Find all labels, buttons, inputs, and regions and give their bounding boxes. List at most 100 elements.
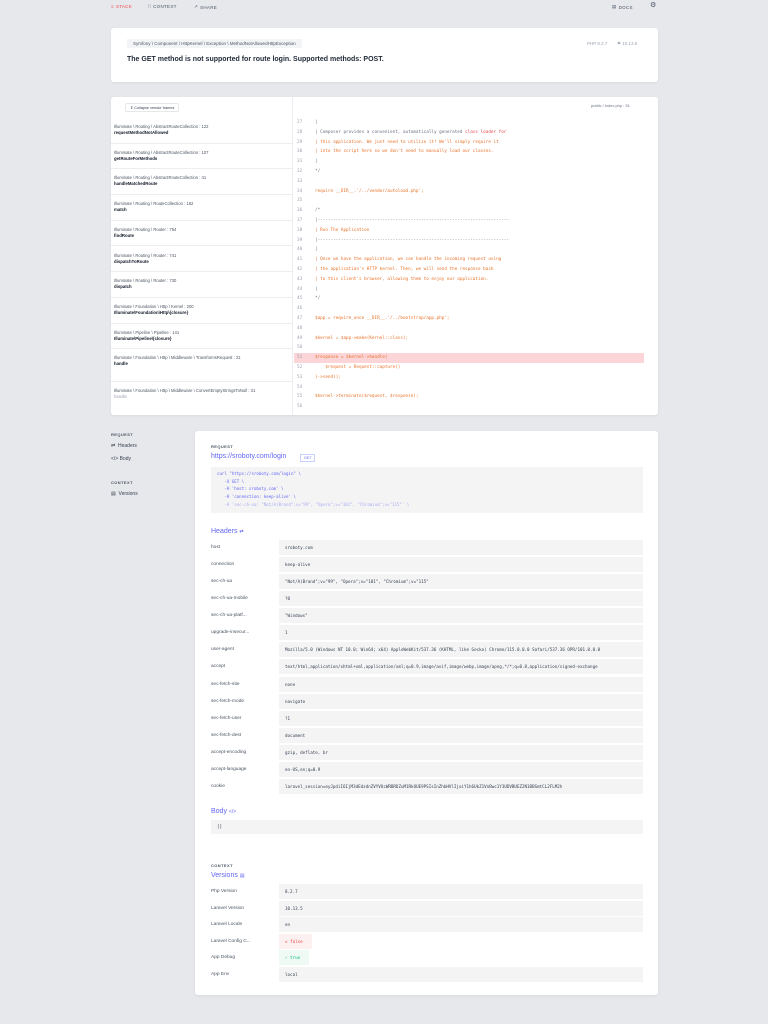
frame-function: handle <box>114 361 128 367</box>
stack-frame[interactable]: Illuminate \ Routing \ Router : 730 dispa… <box>111 272 293 298</box>
code-line: 46 <box>294 304 644 314</box>
context-icon: ⁞⁞ <box>148 4 152 9</box>
header-row: sec-fetch-site none <box>211 676 643 692</box>
code-line: 43 | to this client's browser, allowing t… <box>294 275 644 285</box>
tab-context[interactable]: ⁞⁞ CONTEXT <box>148 4 177 9</box>
stack-frame[interactable]: Illuminate \ Routing \ AbstractRouteColl… <box>111 169 293 196</box>
frame-function: findRoute <box>114 232 135 238</box>
header-value: "Not/A)Brand";v="99", "Opera";v="101", "… <box>279 574 643 590</box>
header-value: sroboty.com <box>279 540 643 555</box>
collapse-vendor-frames-button[interactable]: ⇕ Collapse vendor frames <box>125 103 180 112</box>
versions-heading: Versions ▤ <box>211 872 245 879</box>
curl-command: curl "https://sroboty.com/login" \ -X GE… <box>211 467 643 513</box>
header-row: host sroboty.com <box>211 540 643 555</box>
code-line: 33 <box>294 177 644 187</box>
header-value: "Windows" <box>279 608 643 624</box>
code-line: 29 | this application. We just need to ut… <box>294 138 644 148</box>
header-key: sec-fetch-user <box>211 715 242 721</box>
code-text: $kernel = $app->make(Kernel::class); <box>315 335 409 341</box>
header-key: connection <box>211 562 235 568</box>
tab-share[interactable]: ↗ SHARE <box>194 4 217 10</box>
line-number: 31 <box>297 159 303 165</box>
curl-line: curl "https://sroboty.com/login" \ <box>217 471 301 476</box>
code-line: 28 | Composer provides a convenient, auto… <box>294 128 644 138</box>
code-line: 53)->send(); <box>294 373 644 383</box>
version-key: App Env <box>211 972 230 977</box>
code-line: 45 */ <box>294 294 644 304</box>
code-text: $request = Request::capture() <box>315 365 401 370</box>
version-row: App Debug ✓ true <box>211 950 643 966</box>
line-number: 50 <box>297 345 303 351</box>
code-line: 39 |-------------------------------------… <box>294 236 644 246</box>
header-value: gzip, deflate, br <box>279 744 643 760</box>
stack-frame[interactable]: Illuminate \ Foundation \ Http \ Middlew… <box>111 382 293 415</box>
header-row: sec-ch-ua "Not/A)Brand";v="99", "Opera";v… <box>211 574 643 590</box>
code-line: 32 */ <box>294 167 644 177</box>
line-number: 36 <box>297 208 303 214</box>
line-number: 48 <box>297 325 303 331</box>
headers-heading: Headers ⇄ <box>211 528 244 535</box>
frame-function: handle <box>114 394 127 400</box>
frame-function: requestMethodNotAllowed <box>114 130 169 135</box>
stack-frames: ⇕ Collapse vendor frames Illuminate \ Ro… <box>111 97 293 415</box>
frame-class: Illuminate \ Foundation \ Http \ Middlew… <box>114 355 241 361</box>
curl-line: -X GET \ <box>217 478 245 484</box>
stack-frame[interactable]: Illuminate \ Routing \ Router : 741 dispa… <box>111 247 293 273</box>
stack-frame[interactable]: Illuminate \ Pipeline \ Pipeline : 141 Il… <box>111 324 293 350</box>
version-value: en <box>279 917 643 933</box>
line-number: 40 <box>297 247 303 253</box>
code-line-highlighted: 51 $response = $kernel->handle( <box>294 353 644 363</box>
version-value: local <box>279 967 643 982</box>
header-value: Mozilla/5.0 (Windows NT 10.0; Win64; x64… <box>279 642 643 658</box>
code-text: $kernel->terminate($request, $response); <box>315 394 419 400</box>
header-key: host <box>211 545 221 550</box>
stack-frame[interactable]: Illuminate \ Routing \ AbstractRouteColl… <box>111 118 293 144</box>
code-line: 47 $app = require_once __DIR__.'/../boots… <box>294 314 644 324</box>
docs-link[interactable]: ▤ DOCS <box>612 4 633 10</box>
code-text: | into the script here so we don't need … <box>315 149 494 155</box>
stack-frame[interactable]: Illuminate \ Routing \ AbstractRouteColl… <box>111 144 293 170</box>
code-text: | Composer provides a convenient, automa… <box>315 129 466 135</box>
version-row: App Env local <box>211 967 643 982</box>
version-key: Laravel Config C... <box>211 938 251 944</box>
code-icon: </> <box>111 456 119 462</box>
docs-icon: ▤ <box>612 4 617 9</box>
header-row: accept-language en-US,en;q=0.9 <box>211 761 643 777</box>
request-url[interactable]: https://sroboty.com/login <box>211 453 286 460</box>
header-value: ?1 <box>279 710 643 726</box>
line-number: 52 <box>297 365 303 370</box>
settings-gear-icon[interactable]: ⚙ <box>650 1 657 9</box>
line-number: 29 <box>297 139 303 145</box>
version-text: local <box>285 972 298 977</box>
code-line: 31 | <box>294 157 644 167</box>
header-key: user-agent <box>211 647 234 653</box>
code-text: */ <box>315 169 321 174</box>
stack-frame[interactable]: Illuminate \ Foundation \ Http \ Kernel … <box>111 298 293 324</box>
stack-frame[interactable]: Illuminate \ Routing \ Router : 754 findR… <box>111 221 293 247</box>
line-number: 54 <box>297 384 303 390</box>
sidenav-body[interactable]: </> Body <box>111 456 131 462</box>
version-key: Php Version <box>211 889 237 894</box>
code-line: 54 <box>294 383 644 393</box>
header-value: keep-alive <box>279 557 643 573</box>
code-text: |---------------------------------------… <box>315 237 510 243</box>
code-text: | <box>315 286 318 292</box>
code-line: 41 | Once we have the application, we can… <box>294 255 644 265</box>
sidenav-versions[interactable]: ▤ Versions <box>111 491 138 497</box>
header-key: sec-fetch-site <box>211 681 240 687</box>
frame-function: dispatchToRoute <box>114 258 149 264</box>
line-number: 46 <box>297 306 303 312</box>
laravel-version: ⚑ 10.13.5 <box>617 41 638 46</box>
stack-frame[interactable]: Illuminate \ Routing \ RouteCollection :… <box>111 195 293 221</box>
tab-stack[interactable]: ≡ STACK <box>111 4 132 9</box>
header-row: connection keep-alive <box>211 557 643 573</box>
code-text: )->send(); <box>315 374 341 380</box>
line-number: 55 <box>297 394 303 400</box>
sidenav-headers[interactable]: ⇄ Headers <box>111 443 137 449</box>
header-row: sec-ch-ua-mobile ?0 <box>211 591 643 607</box>
frame-function: Illuminate\Foundation\Http\{closure} <box>114 309 189 315</box>
version-row: Laravel Locale en <box>211 917 643 933</box>
header-key: accept-language <box>211 766 247 772</box>
stack-frame[interactable]: Illuminate \ Foundation \ Http \ Middlew… <box>111 349 293 383</box>
line-number: 49 <box>297 335 303 341</box>
